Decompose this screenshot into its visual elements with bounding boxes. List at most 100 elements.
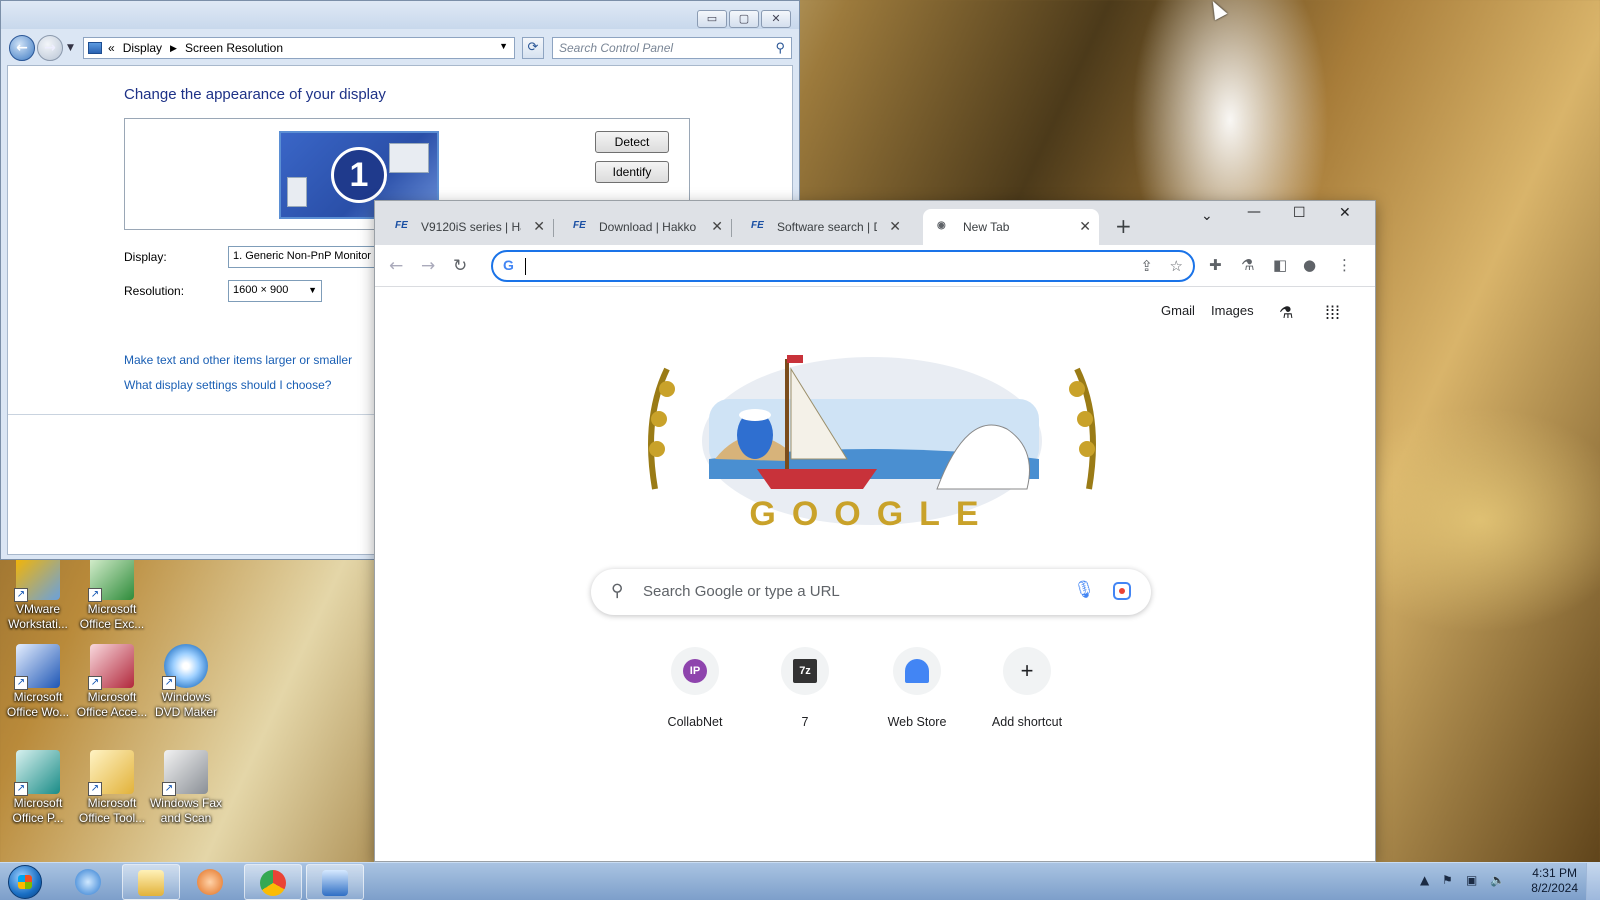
- desktop-icon-label: Windows DVD Maker: [154, 690, 217, 719]
- close-button[interactable]: ✕: [1339, 205, 1351, 221]
- back-icon[interactable]: ←: [389, 256, 403, 276]
- gmail-link[interactable]: Gmail: [1161, 303, 1195, 318]
- shortcut-7zip[interactable]: 7z 7: [749, 647, 861, 729]
- google-doodle[interactable]: GOOGLE: [637, 349, 1107, 529]
- show-desktop-button[interactable]: [1586, 863, 1600, 900]
- profile-icon[interactable]: ●: [1303, 256, 1316, 274]
- action-center-flag-icon[interactable]: ⚑: [1442, 873, 1453, 887]
- breadcrumb-item-display[interactable]: Display: [123, 41, 162, 55]
- detect-button[interactable]: Detect: [595, 131, 669, 153]
- text-caret: [525, 258, 526, 275]
- desktop-icon-publisher[interactable]: ↗ Microsoft Office P...: [0, 750, 76, 826]
- taskbar-ie[interactable]: [60, 864, 118, 900]
- apps-grid-icon[interactable]: ⁞⁞⁞: [1325, 303, 1340, 324]
- start-button[interactable]: [8, 865, 42, 899]
- maximize-button[interactable]: ☐: [1293, 205, 1306, 221]
- bookmark-star-icon[interactable]: ☆: [1170, 257, 1183, 275]
- office-tools-icon: ↗: [88, 750, 134, 796]
- laurel-leaf: [651, 411, 667, 427]
- tab-strip[interactable]: FE V9120iS series | Hakko ✕ FE Download …: [375, 201, 1375, 245]
- close-icon[interactable]: ✕: [889, 218, 901, 235]
- desktop-icon-fax[interactable]: ↗ Windows Fax and Scan: [148, 750, 224, 826]
- tab-software-search[interactable]: FE Software search | Do ✕: [737, 209, 909, 245]
- tab-hakko-download[interactable]: FE Download | Hakko Ele ✕: [559, 209, 732, 245]
- minimize-button[interactable]: ▭: [697, 10, 727, 28]
- desktop-icon-vmware[interactable]: ↗ VMware Workstati...: [0, 556, 76, 632]
- recent-pages-icon[interactable]: ▼: [67, 43, 74, 53]
- minimize-button[interactable]: —: [1247, 204, 1261, 220]
- close-button[interactable]: ✕: [761, 10, 791, 28]
- clock-date: 8/2/2024: [1531, 881, 1578, 895]
- desktop-icon-dvd-maker[interactable]: ↗ Windows DVD Maker: [148, 644, 224, 720]
- network-icon[interactable]: ▣: [1466, 873, 1477, 887]
- display-label: Display:: [124, 250, 167, 264]
- google-lens-icon[interactable]: [1113, 582, 1131, 600]
- tab-title: New Tab: [963, 220, 1010, 234]
- shortcut-collabnet[interactable]: IP CollabNet: [639, 647, 751, 729]
- close-icon[interactable]: ✕: [711, 218, 723, 235]
- shortcut-add[interactable]: + Add shortcut: [971, 647, 1083, 729]
- tab-search-icon[interactable]: ⌄: [1201, 208, 1213, 224]
- new-tab-button[interactable]: +: [1115, 214, 1132, 238]
- search-input[interactable]: ⚲ Search Google or type a URL 🎙: [591, 569, 1151, 615]
- volume-muted-icon[interactable]: 🔈: [1490, 873, 1505, 887]
- desktop-icon-excel[interactable]: ↗ Microsoft Office Exc...: [74, 556, 150, 632]
- desktop-icon-label: Microsoft Office Wo...: [6, 690, 70, 719]
- close-icon[interactable]: ✕: [1079, 218, 1091, 235]
- window-glyph-icon: [389, 143, 429, 173]
- taskbar-media-player[interactable]: [182, 864, 240, 900]
- overflow-icon[interactable]: «: [108, 41, 115, 55]
- show-hidden-icons[interactable]: ▲: [1420, 873, 1429, 887]
- chevron-right-icon[interactable]: ▶: [170, 43, 177, 54]
- doodle-wordmark: GOOGLE: [749, 495, 994, 529]
- images-link[interactable]: Images: [1211, 303, 1254, 318]
- labs-icon[interactable]: ⚗: [1279, 303, 1293, 323]
- taskbar-control-panel[interactable]: [306, 864, 364, 900]
- search-input[interactable]: Search Control Panel ⚲: [552, 37, 792, 59]
- menu-icon[interactable]: ⋮: [1337, 256, 1352, 274]
- identify-button[interactable]: Identify: [595, 161, 669, 183]
- shortcut-label: CollabNet: [667, 715, 723, 729]
- title-bar[interactable]: ▭ ▢ ✕: [1, 1, 799, 29]
- desktop-icon-office-tools[interactable]: ↗ Microsoft Office Tool...: [74, 750, 150, 826]
- close-icon[interactable]: ✕: [533, 218, 545, 235]
- laurel-leaf: [1077, 411, 1093, 427]
- resolution-label: Resolution:: [124, 284, 185, 298]
- laurel-leaf: [1069, 381, 1085, 397]
- desktop-icon-access[interactable]: ↗ Microsoft Office Acce...: [74, 644, 150, 720]
- maximize-button[interactable]: ▢: [729, 10, 759, 28]
- monitor-number: 1: [331, 147, 387, 203]
- search-icon[interactable]: ⚲: [775, 40, 785, 56]
- side-panel-icon[interactable]: ◧: [1273, 256, 1287, 274]
- chevron-down-icon[interactable]: ▼: [499, 41, 508, 51]
- forward-icon[interactable]: →: [421, 256, 435, 276]
- doodle-boat: [757, 469, 877, 489]
- media-player-icon: [197, 869, 223, 895]
- link-text-size[interactable]: Make text and other items larger or smal…: [124, 353, 352, 367]
- display-select[interactable]: 1. Generic Non-PnP Monitor: [228, 246, 376, 268]
- refresh-icon[interactable]: ⟳: [522, 37, 544, 59]
- extensions-icon[interactable]: ✚: [1209, 256, 1222, 274]
- clock[interactable]: 4:31 PM 8/2/2024: [1531, 866, 1578, 896]
- reload-icon[interactable]: ↻: [453, 256, 467, 276]
- back-icon[interactable]: ←: [9, 35, 35, 61]
- forward-icon[interactable]: →: [37, 35, 63, 61]
- breadcrumb[interactable]: « Display ▶ Screen Resolution ▼: [83, 37, 515, 59]
- shortcut-label: 7: [801, 715, 809, 729]
- taskbar-chrome[interactable]: [244, 864, 302, 900]
- share-icon[interactable]: ⇪: [1140, 257, 1153, 275]
- labs-flask-icon[interactable]: ⚗: [1241, 256, 1254, 274]
- address-bar[interactable]: G ⇪ ☆: [491, 250, 1195, 282]
- breadcrumb-item-screen-resolution[interactable]: Screen Resolution: [185, 41, 283, 55]
- taskbar-explorer[interactable]: [122, 864, 180, 900]
- desktop-icon-word[interactable]: ↗ Microsoft Office Wo...: [0, 644, 76, 720]
- tab-new-tab[interactable]: ◉ New Tab ✕: [923, 209, 1099, 245]
- google-g-icon: G: [503, 257, 514, 273]
- excel-icon: ↗: [88, 556, 134, 602]
- mouse-cursor-icon: [1206, 0, 1228, 21]
- microphone-icon[interactable]: 🎙: [1073, 580, 1095, 600]
- shortcut-web-store[interactable]: Web Store: [861, 647, 973, 729]
- tab-hakko-series[interactable]: FE V9120iS series | Hakko ✕: [381, 209, 554, 245]
- resolution-select[interactable]: 1600 × 900 ▼: [228, 280, 322, 302]
- link-display-settings-help[interactable]: What display settings should I choose?: [124, 378, 331, 392]
